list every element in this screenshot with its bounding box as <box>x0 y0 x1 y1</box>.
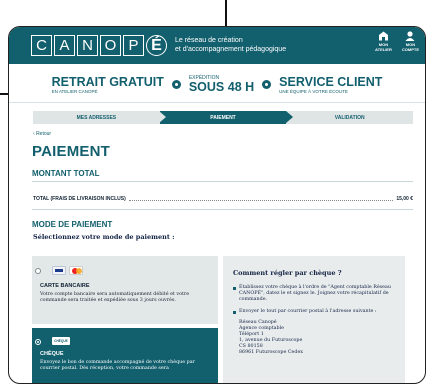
back-label: Retour <box>36 131 52 137</box>
option-description: Votre compte bancaire sera automatiqueme… <box>40 292 190 303</box>
divider <box>32 209 413 210</box>
radio-carte[interactable] <box>35 268 41 274</box>
promo-subtitle: EN ATELIER CANOPÉ <box>51 88 98 94</box>
radio-cheque[interactable] <box>35 339 41 345</box>
address-block: Réseau Canopé Agence comptable Téléport … <box>239 320 395 356</box>
visa-icon <box>52 266 66 275</box>
payment-area: CARTE BANCAIRE Votre compte bancaire ser… <box>32 256 405 383</box>
card-logos <box>52 266 210 275</box>
logo-letter: É <box>146 35 167 56</box>
promo-retrait: RETRAIT GRATUIT EN ATELIER CANOPÉ <box>51 74 164 94</box>
header-icons: MON ATELIER MON COMPTE <box>375 31 419 52</box>
site-header: C A N O P É Le réseau de création et d'a… <box>9 27 425 64</box>
address-line: 86961 Futuroscope Cedex <box>239 350 303 355</box>
info-list: Établissez votre chèque à l'ordre de "Ag… <box>233 285 395 356</box>
step-validation: VALIDATION <box>286 111 414 124</box>
mode-instruction: Sélectionnez votre mode de paiement : <box>33 233 175 241</box>
logo-letter: A <box>54 35 75 56</box>
option-title: CHÈQUE <box>40 351 64 357</box>
step-adresses[interactable]: MES ADRESSES <box>33 111 160 124</box>
promo-title: SOUS 48 H <box>188 79 255 94</box>
logo-letter: O <box>100 35 121 56</box>
store-icon <box>378 31 388 41</box>
checkout-steps: MES ADRESSES PAIEMENT VALIDATION <box>33 111 414 124</box>
dotted-leader <box>128 198 394 201</box>
canope-logo[interactable]: C A N O P É <box>31 35 167 56</box>
icon-label: COMPTE <box>401 46 419 52</box>
promo-title: SERVICE CLIENT <box>279 74 383 89</box>
info-title: Comment régler par chèque ? <box>233 269 342 277</box>
info-bullet: Établissez votre chèque à l'ordre de "Ag… <box>233 285 395 303</box>
account-icon <box>405 31 415 41</box>
decorative-line-top <box>225 0 227 27</box>
logo-letter: N <box>77 35 98 56</box>
promo-service: SERVICE CLIENT UNE ÉQUIPE À VOTRE ÉCOUTE <box>279 74 383 94</box>
bullet-icon <box>262 80 272 89</box>
cheque-icon: CHÈQUE <box>52 337 70 345</box>
option-carte-bancaire[interactable]: CARTE BANCAIRE Votre compte bancaire ser… <box>32 256 218 324</box>
icon-label: ATELIER <box>375 46 392 52</box>
mon-compte-link[interactable]: MON COMPTE <box>402 31 419 52</box>
info-bullet-text: Envoyer le tout par courrier postal à l'… <box>239 309 377 314</box>
info-bullet: Envoyer le tout par courrier postal à l'… <box>233 309 395 356</box>
promo-banner: RETRAIT GRATUIT EN ATELIER CANOPÉ EXPÉDI… <box>9 67 425 103</box>
mode-heading: MODE DE PAIEMENT <box>32 220 113 229</box>
cheque-info-panel: Comment régler par chèque ? Établissez v… <box>223 256 405 383</box>
browser-frame: C A N O P É Le réseau de création et d'a… <box>8 26 426 384</box>
back-link[interactable]: ‹ Retour <box>33 131 425 137</box>
step-paiement: PAIEMENT <box>158 111 293 124</box>
mon-atelier-link[interactable]: MON ATELIER <box>375 31 392 52</box>
site-tagline: Le réseau de création et d'accompagnemen… <box>175 37 286 54</box>
total-value: 15,00 € <box>396 196 413 202</box>
montant-heading: MONTANT TOTAL <box>32 169 413 182</box>
tagline-line: Le réseau de création <box>175 37 243 44</box>
promo-expedition: EXPÉDITION SOUS 48 H <box>188 75 255 94</box>
option-cheque[interactable]: CHÈQUE CHÈQUE Envoyez le bon de commande… <box>32 328 218 383</box>
logo-letter: C <box>31 35 52 56</box>
option-title: CARTE BANCAIRE <box>40 283 90 289</box>
bullet-icon <box>171 80 181 89</box>
mastercard-icon <box>69 266 83 275</box>
tagline-line: et d'accompagnement pédagogique <box>175 45 287 53</box>
payment-options: CARTE BANCAIRE Votre compte bancaire ser… <box>32 256 218 383</box>
page-title: PAIEMENT <box>32 143 110 160</box>
total-label: TOTAL (FRAIS DE LIVRAISON INCLUS) <box>33 196 126 202</box>
logo-letter: P <box>123 35 144 56</box>
promo-title: RETRAIT GRATUIT <box>51 74 164 89</box>
total-row: TOTAL (FRAIS DE LIVRAISON INCLUS) 15,00 … <box>33 196 413 202</box>
promo-subtitle: UNE ÉQUIPE À VOTRE ÉCOUTE <box>279 88 348 94</box>
option-description: Envoyez le bon de commande accompagné de… <box>40 360 195 371</box>
